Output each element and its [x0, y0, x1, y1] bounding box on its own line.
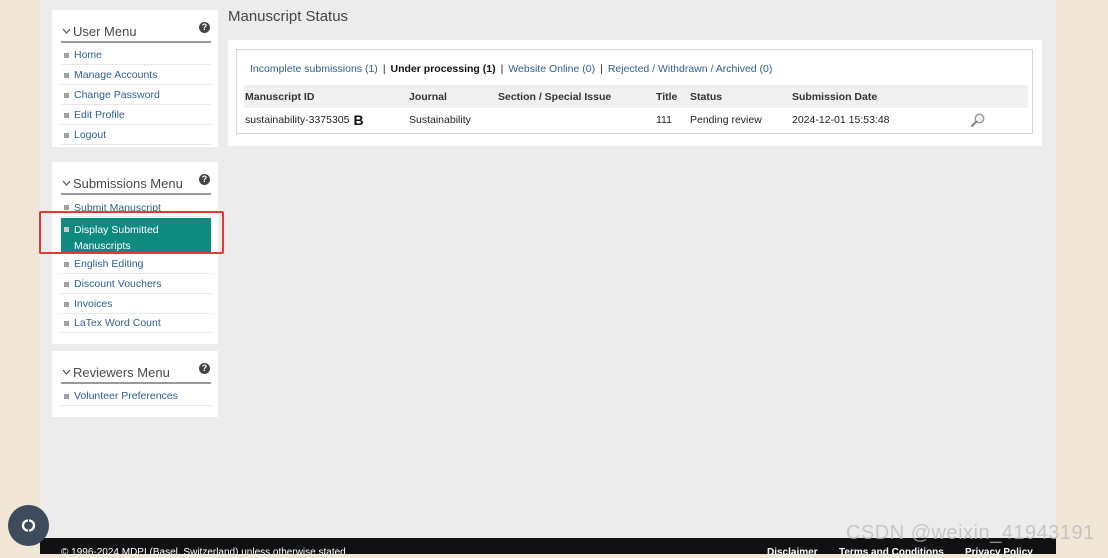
chevron-down-icon [62, 180, 71, 186]
submissions-menu-title: Submissions Menu [73, 175, 183, 191]
bullet-icon [64, 92, 69, 98]
bullet-icon [64, 320, 69, 326]
help-icon[interactable]: ? [199, 363, 210, 374]
footer-link-privacy[interactable]: Privacy Policy [965, 547, 1033, 558]
column-header-journal: Journal [409, 90, 447, 103]
footer-link-disclaimer[interactable]: Disclaimer [767, 547, 818, 558]
footer-link-terms[interactable]: Terms and Conditions [839, 547, 944, 558]
status-tabs: Incomplete submissions (1) | Under process… [250, 63, 772, 75]
tab-separator: | [600, 63, 603, 75]
help-icon[interactable]: ? [199, 22, 210, 33]
user-menu-title: User Menu [73, 23, 137, 39]
tab-website-online[interactable]: Website Online (0) [508, 63, 595, 75]
cc-floating-button[interactable] [8, 505, 49, 546]
reviewers-menu-header[interactable]: Reviewers Menu ? [61, 362, 211, 384]
tab-incomplete-submissions[interactable]: Incomplete submissions (1) [250, 63, 378, 75]
menu-item-invoices[interactable]: Invoices [61, 295, 211, 314]
title-cell: 111 [656, 114, 672, 126]
table-row: sustainability-3375305 B Sustainability … [244, 108, 1028, 132]
menu-item-logout[interactable]: Logout [61, 126, 211, 145]
manuscript-status-inner: Incomplete submissions (1) | Under process… [236, 49, 1033, 134]
bullet-icon [64, 72, 69, 78]
menu-item-manage-accounts[interactable]: Manage Accounts [61, 66, 211, 85]
highlight-annotation-box [39, 211, 224, 254]
menu-item-change-password[interactable]: Change Password [61, 86, 211, 105]
manuscript-badge: B [353, 112, 364, 128]
column-header-status: Status [690, 90, 723, 103]
column-header-submission-date: Submission Date [792, 90, 878, 103]
reviewers-menu-box: Reviewers Menu ? Volunteer Preferences [52, 351, 218, 417]
bullet-icon [64, 261, 69, 267]
menu-item-discount-vouchers[interactable]: Discount Vouchers [61, 275, 211, 294]
footer-copyright: © 1996-2024 MDPI (Basel, Switzerland) un… [61, 547, 346, 558]
manuscript-status-panel: Incomplete submissions (1) | Under process… [228, 40, 1042, 146]
cc-icon [21, 519, 36, 532]
magnifier-icon[interactable] [970, 112, 986, 128]
bullet-icon [64, 205, 69, 210]
tab-separator: | [382, 63, 386, 75]
bullet-icon [64, 301, 69, 307]
chevron-down-icon [62, 28, 71, 34]
menu-item-latex-word-count[interactable]: LaTex Word Count [61, 314, 211, 333]
menu-item-volunteer-preferences[interactable]: Volunteer Preferences [61, 387, 211, 406]
tab-separator: | [500, 63, 504, 75]
bullet-icon [64, 52, 69, 58]
column-header-title: Title [656, 90, 678, 103]
submission-date-cell: 2024-12-01 15:53:48 [792, 114, 890, 126]
bullet-icon [64, 393, 69, 399]
page-title: Manuscript Status [228, 8, 349, 25]
user-menu-box: User Menu ? Home Manage Accounts Change … [52, 10, 218, 147]
tab-under-processing[interactable]: Under processing (1) [391, 63, 496, 75]
column-header-section: Section / Special Issue [498, 90, 612, 103]
tab-rejected-withdrawn-archived[interactable]: Rejected / Withdrawn / Archived (0) [608, 63, 773, 75]
status-cell: Pending review [690, 114, 762, 126]
journal-cell: Sustainability [409, 114, 471, 126]
help-icon[interactable]: ? [199, 174, 210, 185]
reviewers-menu-title: Reviewers Menu [73, 364, 170, 380]
user-menu-header[interactable]: User Menu ? [61, 21, 211, 43]
watermark-text: CSDN @weixin_41943191 [846, 522, 1095, 544]
chevron-down-icon [62, 369, 71, 375]
table-header: Manuscript ID Journal Section / Special … [244, 85, 1028, 108]
manuscript-id-cell: sustainability-3375305 B [245, 108, 364, 132]
column-header-manuscript-id: Manuscript ID [245, 90, 315, 103]
menu-item-english-editing[interactable]: English Editing [61, 255, 211, 274]
bullet-icon [64, 281, 69, 287]
submissions-menu-header[interactable]: Submissions Menu ? [61, 173, 211, 195]
menu-item-edit-profile[interactable]: Edit Profile [61, 106, 211, 125]
menu-item-home[interactable]: Home [61, 46, 211, 65]
bullet-icon [64, 132, 69, 138]
manuscript-id[interactable]: sustainability-3375305 [245, 114, 350, 126]
bullet-icon [64, 112, 69, 118]
